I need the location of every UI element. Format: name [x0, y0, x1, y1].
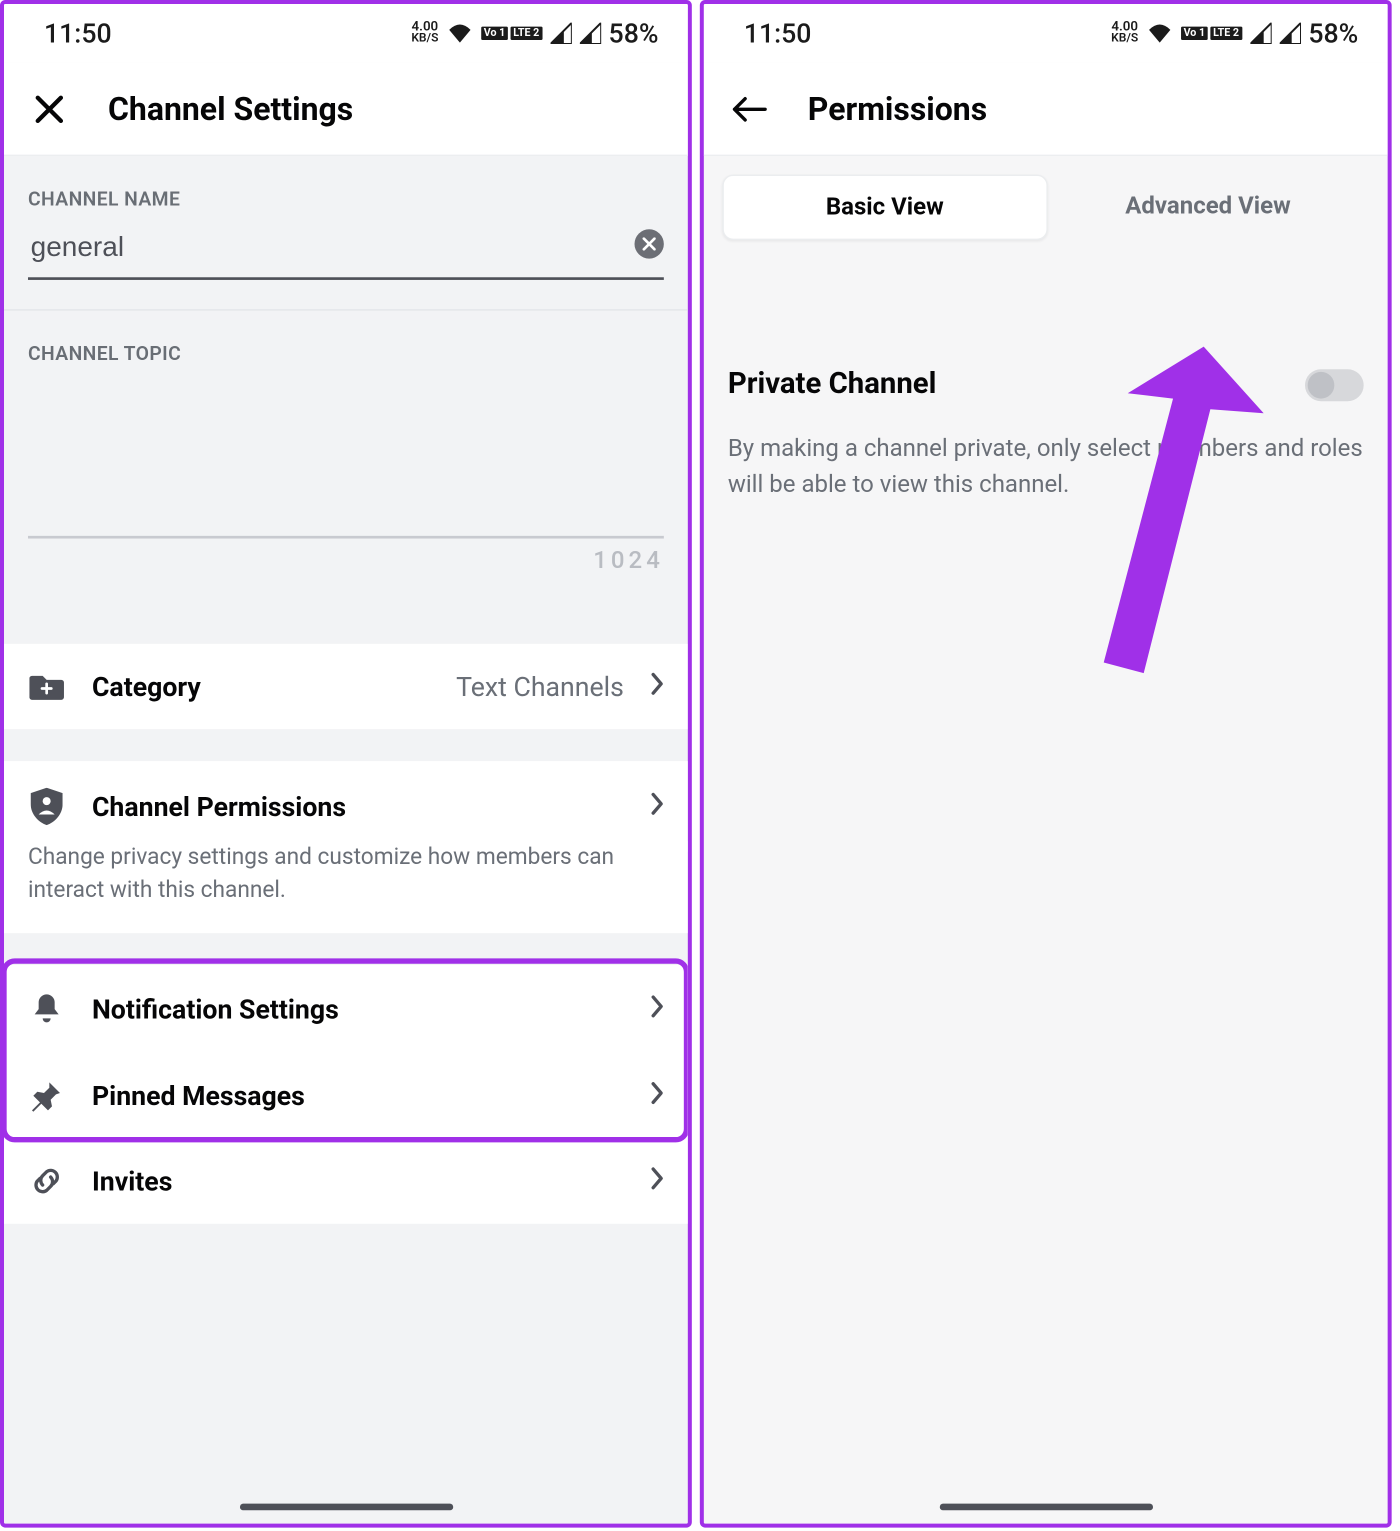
channel-topic-input[interactable] — [28, 379, 664, 539]
bell-icon — [28, 992, 65, 1027]
header: Channel Settings — [4, 63, 688, 156]
link-icon — [28, 1165, 65, 1197]
page-title: Channel Settings — [108, 90, 353, 127]
clear-icon[interactable] — [635, 229, 664, 258]
channel-topic-label: CHANNEL TOPIC — [4, 311, 688, 379]
status-time: 11:50 — [44, 17, 112, 49]
private-channel-label: Private Channel — [728, 368, 937, 401]
content: CHANNEL NAME CHANNEL TOPIC 1024 Category… — [4, 156, 688, 1524]
private-channel-row: Private Channel — [728, 368, 1364, 401]
header: Permissions — [704, 63, 1388, 156]
permissions-group: Channel Permissions Change privacy setti… — [4, 761, 688, 933]
signal-1-icon — [550, 23, 571, 44]
status-bar: 11:50 4.00 KB/S Vo 1 LTE 2 58% — [704, 4, 1388, 63]
nav-indicator — [939, 1504, 1152, 1511]
category-group: Category Text Channels — [4, 644, 688, 729]
network-speed: 4.00 KB/S — [1111, 22, 1138, 45]
view-tabs: Basic View Advanced View — [704, 156, 1388, 240]
notification-settings-row[interactable]: Notification Settings — [4, 965, 688, 1053]
status-indicators: 4.00 KB/S Vo 1 LTE 2 58% — [1111, 17, 1358, 49]
signal-1-icon — [1250, 23, 1271, 44]
chevron-right-icon — [651, 1081, 664, 1110]
lte-indicator: Vo 1 LTE 2 — [481, 27, 542, 40]
close-icon[interactable] — [25, 91, 73, 126]
channel-permissions-row[interactable]: Channel Permissions — [4, 761, 688, 852]
battery-text: 58% — [1308, 17, 1358, 49]
status-time: 11:50 — [744, 17, 812, 49]
chevron-right-icon — [651, 672, 664, 701]
category-row[interactable]: Category Text Channels — [4, 644, 688, 729]
toggle-knob — [1308, 371, 1335, 398]
page-title: Permissions — [808, 90, 987, 127]
invites-label: Invites — [92, 1165, 624, 1197]
signal-2-icon — [1279, 23, 1300, 44]
signal-2-icon — [579, 23, 600, 44]
channel-name-field[interactable] — [28, 224, 664, 280]
wifi-icon — [1146, 17, 1173, 49]
network-speed: 4.00 KB/S — [411, 22, 438, 45]
invites-row[interactable]: Invites — [4, 1139, 688, 1224]
permissions-label: Channel Permissions — [92, 790, 624, 822]
private-channel-block: Private Channel By making a channel priv… — [704, 240, 1388, 503]
back-icon[interactable] — [725, 94, 773, 123]
content: Basic View Advanced View Private Channel… — [704, 156, 1388, 1524]
screen-channel-settings: 11:50 4.00 KB/S Vo 1 LTE 2 58% — [0, 0, 692, 1528]
status-bar: 11:50 4.00 KB/S Vo 1 LTE 2 58% — [4, 4, 688, 63]
chevron-right-icon — [651, 995, 664, 1024]
folder-plus-icon — [28, 672, 65, 701]
pinned-label: Pinned Messages — [92, 1080, 624, 1112]
misc-group: Notification Settings Pinned Messages In — [4, 965, 688, 1224]
notifications-label: Notification Settings — [92, 993, 624, 1025]
screen-permissions: 11:50 4.00 KB/S Vo 1 LTE 2 58% — [700, 0, 1392, 1528]
tab-advanced-view[interactable]: Advanced View — [1047, 175, 1369, 240]
chevron-right-icon — [651, 1167, 664, 1196]
char-counter: 1024 — [4, 539, 688, 599]
pin-icon — [28, 1080, 65, 1112]
tab-basic-view[interactable]: Basic View — [722, 175, 1047, 240]
battery-text: 58% — [609, 17, 659, 49]
pinned-messages-row[interactable]: Pinned Messages — [4, 1053, 688, 1138]
permissions-desc: Change privacy settings and customize ho… — [4, 841, 688, 933]
channel-name-input[interactable] — [28, 224, 664, 280]
nav-indicator — [239, 1504, 452, 1511]
category-label: Category — [92, 670, 430, 702]
private-channel-desc: By making a channel private, only select… — [728, 401, 1364, 502]
chevron-right-icon — [651, 792, 664, 821]
status-indicators: 4.00 KB/S Vo 1 LTE 2 58% — [411, 17, 658, 49]
category-value: Text Channels — [456, 670, 624, 702]
private-channel-toggle[interactable] — [1305, 369, 1364, 401]
shield-person-icon — [28, 788, 65, 825]
lte-indicator: Vo 1 LTE 2 — [1181, 27, 1242, 40]
wifi-icon — [446, 17, 473, 49]
channel-name-label: CHANNEL NAME — [4, 156, 688, 224]
